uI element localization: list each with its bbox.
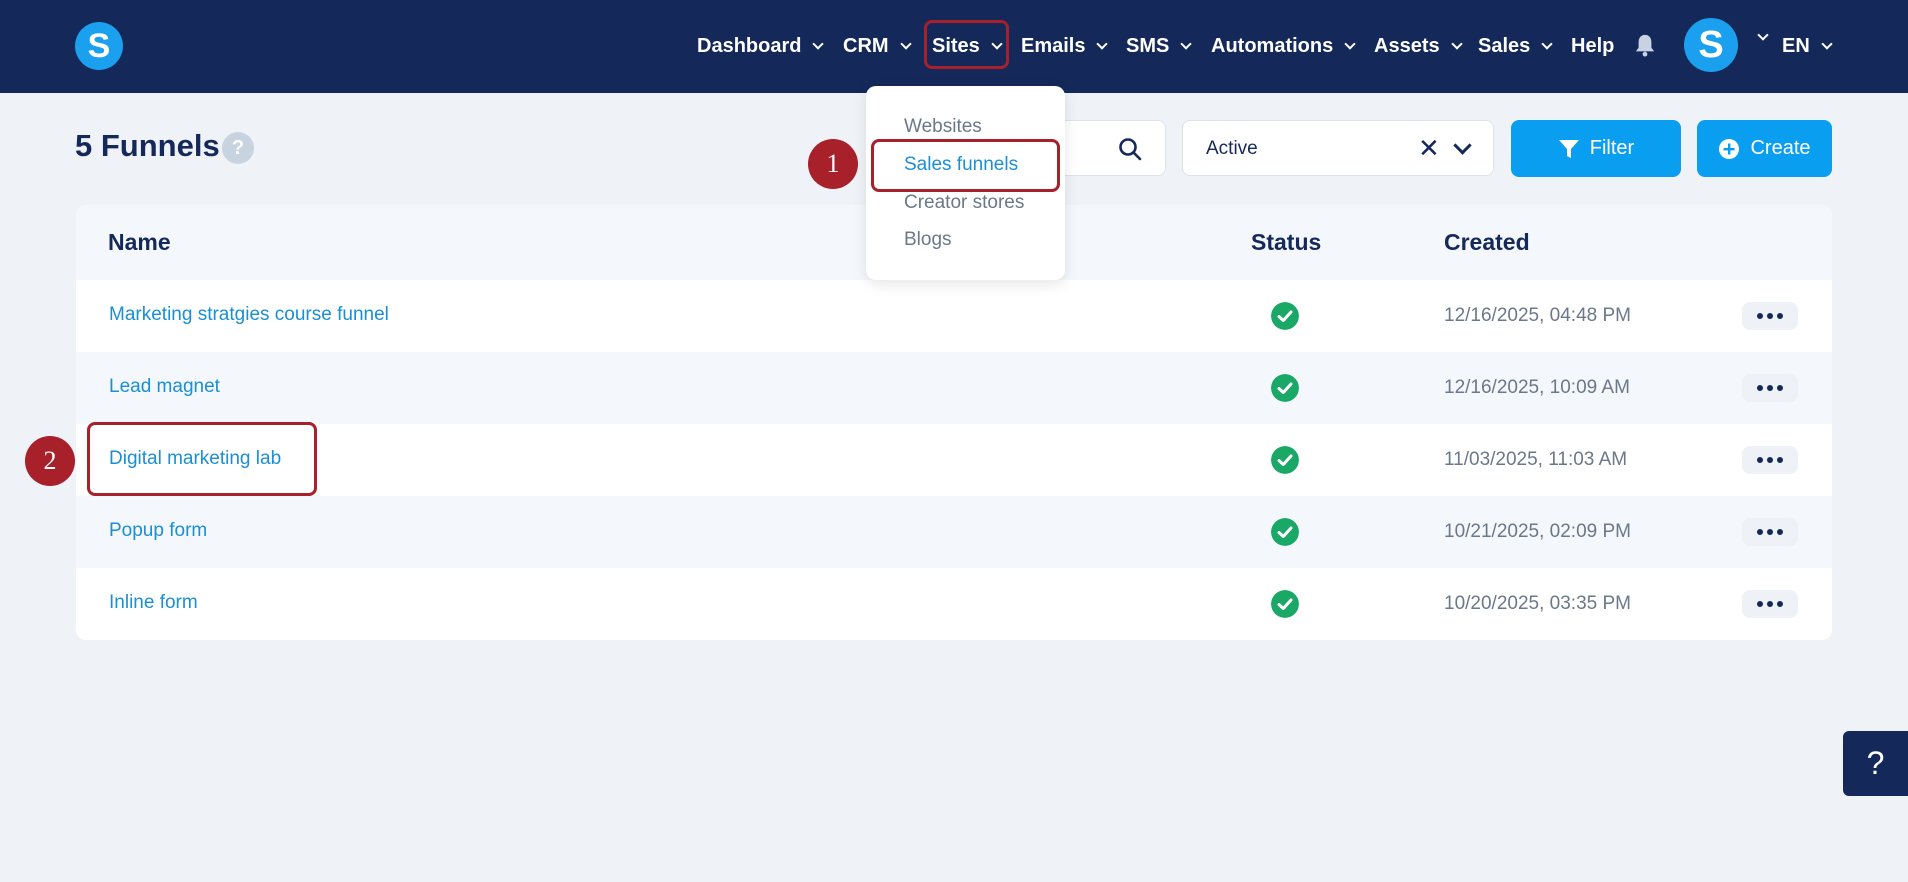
chevron-down-icon[interactable] xyxy=(1757,29,1769,41)
plus-circle-icon xyxy=(1719,138,1740,159)
column-header-status[interactable]: Status xyxy=(1251,229,1321,256)
table-row: Marketing stratgies course funnel 12/16/… xyxy=(76,280,1832,352)
nav-item-sales[interactable]: Sales xyxy=(1478,0,1553,93)
chevron-down-icon xyxy=(1450,38,1463,50)
nav-label: Assets xyxy=(1374,35,1440,57)
floating-help-button[interactable]: ? xyxy=(1843,731,1908,796)
table-row: Lead magnet 12/16/2025, 10:09 AM xyxy=(76,352,1832,424)
bell-icon[interactable] xyxy=(1634,33,1656,57)
more-options-button[interactable] xyxy=(1742,374,1798,402)
nav-label: Help xyxy=(1571,35,1615,57)
column-header-created[interactable]: Created xyxy=(1444,229,1530,256)
nav-item-sms[interactable]: SMS xyxy=(1126,0,1193,93)
chevron-down-icon xyxy=(1821,38,1833,50)
funnel-name-link[interactable]: Popup form xyxy=(109,520,207,542)
nav-label: CRM xyxy=(843,35,889,57)
annotation-highlight-digital-marketing-lab xyxy=(87,422,317,496)
filter-button[interactable]: Filter xyxy=(1511,120,1681,177)
annotation-highlight-sites xyxy=(924,20,1009,69)
chevron-down-icon xyxy=(1344,38,1356,50)
avatar[interactable]: S xyxy=(1684,18,1738,72)
help-icon[interactable]: ? xyxy=(222,132,254,164)
create-button-label: Create xyxy=(1750,137,1811,159)
check-circle-icon xyxy=(1271,374,1299,402)
chevron-down-icon xyxy=(1096,38,1109,50)
nav-label: Sales xyxy=(1478,35,1531,57)
menu-item-creator-stores[interactable]: Creator stores xyxy=(904,192,1024,214)
clear-icon[interactable]: ✕ xyxy=(1418,133,1440,164)
nav-label: Automations xyxy=(1211,35,1334,57)
nav-item-assets[interactable]: Assets xyxy=(1374,0,1463,93)
menu-item-blogs[interactable]: Blogs xyxy=(904,229,952,251)
chevron-down-icon xyxy=(812,38,825,50)
annotation-badge: 2 xyxy=(25,436,75,486)
create-button[interactable]: Create xyxy=(1697,120,1832,177)
nav-item-emails[interactable]: Emails xyxy=(1021,0,1109,93)
check-circle-icon xyxy=(1271,518,1299,546)
more-options-button[interactable] xyxy=(1742,590,1798,618)
menu-item-websites[interactable]: Websites xyxy=(904,116,982,138)
brand-logo[interactable]: S xyxy=(75,22,123,70)
nav-item-crm[interactable]: CRM xyxy=(843,0,912,93)
more-options-button[interactable] xyxy=(1742,518,1798,546)
filter-button-label: Filter xyxy=(1589,137,1635,159)
language-label: EN xyxy=(1782,35,1810,57)
table-row: Popup form 10/21/2025, 02:09 PM xyxy=(76,496,1832,568)
funnel-name-link[interactable]: Lead magnet xyxy=(109,376,220,398)
nav-label: Emails xyxy=(1021,35,1086,57)
chevron-down-icon xyxy=(1541,38,1553,50)
check-circle-icon xyxy=(1271,590,1299,618)
created-date: 12/16/2025, 04:48 PM xyxy=(1444,305,1631,326)
check-circle-icon xyxy=(1271,302,1299,330)
chevron-down-icon xyxy=(1180,38,1193,50)
nav-item-help[interactable]: Help xyxy=(1571,0,1614,93)
nav-label: Dashboard xyxy=(697,35,802,57)
table-row: Digital marketing lab 11/03/2025, 11:03 … xyxy=(76,424,1832,496)
nav-item-automations[interactable]: Automations xyxy=(1211,0,1356,93)
column-header-name[interactable]: Name xyxy=(108,229,171,256)
filter-icon xyxy=(1558,139,1579,158)
funnel-name-link[interactable]: Marketing stratgies course funnel xyxy=(109,304,389,326)
created-date: 10/21/2025, 02:09 PM xyxy=(1444,521,1631,542)
created-date: 10/20/2025, 03:35 PM xyxy=(1444,593,1631,614)
created-date: 12/16/2025, 10:09 AM xyxy=(1444,377,1630,398)
language-selector[interactable]: EN xyxy=(1782,0,1833,93)
search-icon[interactable] xyxy=(1118,137,1142,161)
more-options-button[interactable] xyxy=(1742,446,1798,474)
annotation-highlight-sales-funnels xyxy=(871,139,1060,192)
status-select-value: Active xyxy=(1206,138,1258,159)
more-options-button[interactable] xyxy=(1742,302,1798,330)
page-title: 5 Funnels xyxy=(75,128,220,163)
table-row: Inline form 10/20/2025, 03:35 PM xyxy=(76,568,1832,640)
created-date: 11/03/2025, 11:03 AM xyxy=(1444,449,1628,470)
check-circle-icon xyxy=(1271,446,1299,474)
chevron-down-icon xyxy=(899,38,912,50)
funnel-name-link[interactable]: Inline form xyxy=(109,592,198,614)
nav-item-dashboard[interactable]: Dashboard xyxy=(697,0,825,93)
nav-label: SMS xyxy=(1126,35,1170,57)
annotation-badge: 1 xyxy=(808,139,858,189)
